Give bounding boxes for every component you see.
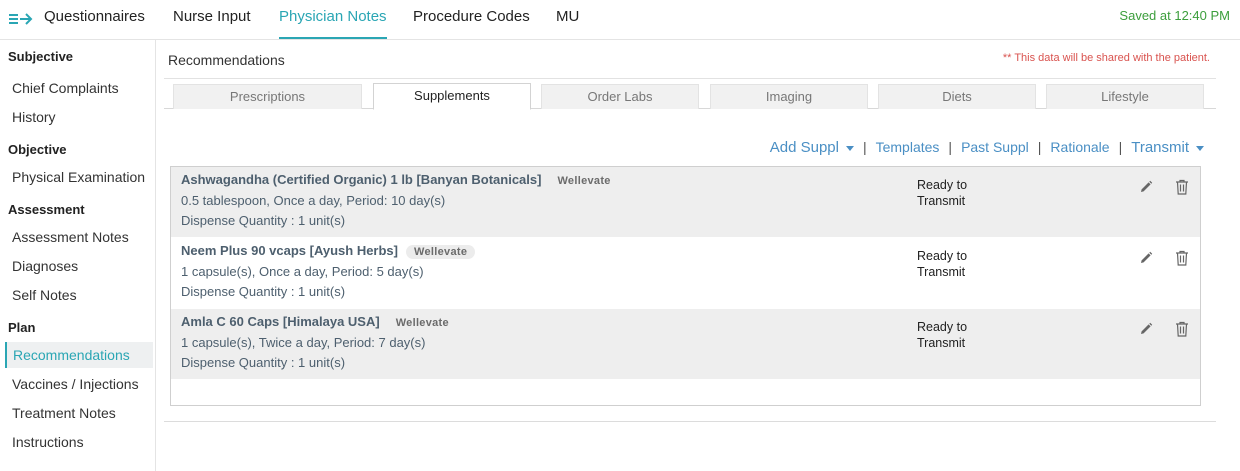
transmit-button[interactable]: Transmit [1131,139,1204,156]
sidebar-item-diagnoses[interactable]: Diagnoses [5,253,153,279]
subtab-imaging[interactable]: Imaging [710,84,868,109]
source-badge: Wellevate [557,175,611,187]
supplement-list: Ashwagandha (Certified Organic) 1 lb [Ba… [170,166,1201,406]
caret-down-icon [1196,145,1204,151]
transmit-status: Ready to Transmit [917,319,997,351]
sidebar-item-physical-examination[interactable]: Physical Examination [5,164,153,190]
status-line-2: Transmit [917,194,966,208]
status-line-1: Ready to [917,320,968,334]
source-badge: Wellevate [406,245,476,259]
separator: | [1037,139,1042,155]
saved-status: Saved at 12:40 PM [1119,8,1230,23]
separator: | [1118,139,1123,155]
page-title: Recommendations [168,52,285,68]
sidebar-item-recommendations[interactable]: Recommendations [5,342,153,368]
supplement-name-text: Amla C 60 Caps [Himalaya USA] [181,314,380,329]
add-supplement-label: Add Suppl [769,139,839,156]
tab-nurse-input[interactable]: Nurse Input [173,0,251,39]
list-item: Amla C 60 Caps [Himalaya USA] Wellevate 1… [171,309,1200,379]
transmit-status: Ready to Transmit [917,177,997,209]
separator: | [948,139,953,155]
dispense-quantity: Dispense Quantity : 1 unit(s) [181,213,346,228]
sidebar-item-vaccines-injections[interactable]: Vaccines / Injections [5,371,153,397]
sidebar-heading-plan: Plan [8,320,36,335]
main-panel: Recommendations ** This data will be sha… [164,40,1216,422]
sidebar-heading-assessment: Assessment [8,202,85,217]
sidebar-item-history[interactable]: History [5,104,153,130]
source-badge: Wellevate [395,317,449,329]
sidebar-item-assessment-notes[interactable]: Assessment Notes [5,224,153,250]
sidebar-heading-subjective: Subjective [8,49,74,64]
supplement-dosage: 1 capsule(s), Once a day, Period: 5 day(… [181,264,424,279]
templates-link[interactable]: Templates [876,139,940,155]
status-line-1: Ready to [917,249,968,263]
status-line-2: Transmit [917,265,966,279]
dispense-quantity: Dispense Quantity : 1 unit(s) [181,355,346,370]
sidebar-item-chief-complaints[interactable]: Chief Complaints [5,75,153,101]
edit-pencil-icon[interactable] [1139,180,1153,194]
sidebar-heading-objective: Objective [8,142,67,157]
actions-row: Add Suppl | Templates | Past Suppl | Rationale… [770,139,1204,156]
edit-pencil-icon[interactable] [1139,251,1153,265]
trash-icon[interactable] [1175,321,1189,337]
caret-down-icon [845,145,854,151]
supplement-dosage: 1 capsule(s), Twice a day, Period: 7 day… [181,335,426,350]
dispense-quantity: Dispense Quantity : 1 unit(s) [181,284,346,299]
supplement-name-text: Neem Plus 90 vcaps [Ayush Herbs] [181,243,398,258]
supplement-dosage: 0.5 tablespoon, Once a day, Period: 10 d… [181,193,446,208]
sidebar-item-instructions[interactable]: Instructions [5,429,153,455]
separator: | [862,139,867,155]
transmit-label: Transmit [1131,139,1189,156]
status-line-2: Transmit [917,336,966,350]
past-supplements-link[interactable]: Past Suppl [961,139,1029,155]
tab-physician-notes[interactable]: Physician Notes [279,0,387,39]
add-supplement-button[interactable]: Add Suppl [770,139,854,156]
top-navigation: Questionnaires Nurse Input Physician Not… [0,0,1240,40]
list-item: Neem Plus 90 vcaps [Ayush Herbs] Wellevat… [171,238,1200,308]
status-line-1: Ready to [917,178,968,192]
supplement-name: Ashwagandha (Certified Organic) 1 lb [Ba… [181,172,619,188]
subtab-lifestyle[interactable]: Lifestyle [1046,84,1204,109]
transmit-status: Ready to Transmit [917,248,997,280]
rationale-link[interactable]: Rationale [1050,139,1109,155]
subtab-prescriptions[interactable]: Prescriptions [173,84,362,109]
list-item: Ashwagandha (Certified Organic) 1 lb [Ba… [171,167,1200,237]
subtab-order-labs[interactable]: Order Labs [541,84,699,109]
edit-pencil-icon[interactable] [1139,322,1153,336]
sidebar: Subjective Chief Complaints History Obje… [0,40,156,471]
supplement-name: Neem Plus 90 vcaps [Ayush Herbs] Wellevat… [181,243,476,259]
supplement-name-text: Ashwagandha (Certified Organic) 1 lb [Ba… [181,172,542,187]
subtab-supplements[interactable]: Supplements [373,83,531,110]
tab-questionnaires[interactable]: Questionnaires [44,0,145,39]
sidebar-item-self-notes[interactable]: Self Notes [5,282,153,308]
tab-procedure-codes[interactable]: Procedure Codes [413,0,530,39]
tab-mu[interactable]: MU [556,0,579,39]
subtab-diets[interactable]: Diets [878,84,1036,109]
trash-icon[interactable] [1175,179,1189,195]
patient-share-notice: ** This data will be shared with the pat… [1002,52,1210,64]
sidebar-item-treatment-notes[interactable]: Treatment Notes [5,400,153,426]
trash-icon[interactable] [1175,250,1189,266]
menu-toggle-icon[interactable] [9,9,33,29]
supplement-name: Amla C 60 Caps [Himalaya USA] Wellevate [181,314,457,330]
